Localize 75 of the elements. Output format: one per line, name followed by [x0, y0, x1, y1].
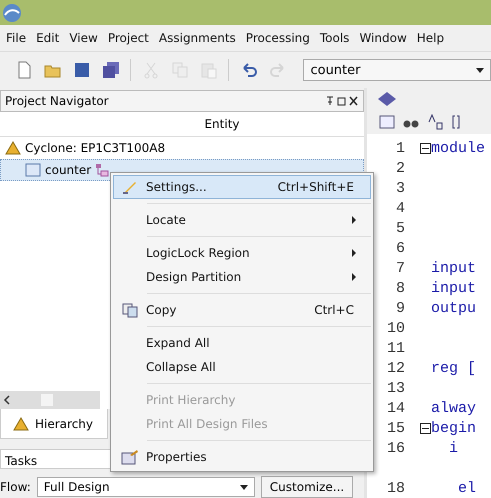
properties-icon [121, 449, 139, 465]
panel-controls-icon [325, 96, 359, 106]
warning-icon [13, 416, 29, 431]
pencil-icon [122, 179, 138, 195]
copy-icon [122, 302, 138, 318]
flow-select[interactable]: Full Design [36, 477, 255, 498]
context-menu-item[interactable]: Locate [113, 208, 371, 232]
line-number: 5 [394, 220, 405, 236]
submenu-arrow-icon [352, 249, 356, 257]
line-number: 3 [394, 180, 405, 196]
file-icon [25, 162, 41, 177]
code-text: input [431, 280, 476, 296]
menu-item[interactable]: File [6, 31, 26, 45]
menu-item[interactable]: Window [359, 31, 407, 45]
line-number: 15 [386, 420, 405, 436]
line-number: 13 [386, 380, 405, 396]
code-text: input [431, 260, 476, 276]
line-number: 16 [386, 440, 405, 456]
scroll-left-icon[interactable] [3, 394, 11, 406]
scrollbar[interactable] [0, 391, 100, 410]
line-number: 4 [394, 200, 405, 216]
context-menu-item[interactable]: Collapse All [113, 355, 371, 379]
customize-button[interactable]: Customize... [260, 476, 354, 498]
menu-item[interactable]: Processing [246, 31, 310, 45]
context-menu-item[interactable]: Copy Ctrl+C [113, 298, 371, 322]
context-menu-item[interactable]: Expand All [113, 331, 371, 355]
cut-icon [142, 61, 160, 79]
panel-title: Project Navigator [5, 94, 109, 108]
line-number: 7 [394, 260, 405, 276]
warning-icon [5, 140, 21, 155]
caret-icon [240, 484, 248, 490]
code-text: module [431, 140, 486, 156]
line-number: 18 [386, 480, 405, 496]
code-text: el [457, 480, 476, 496]
save-icon [72, 61, 91, 79]
line-number: 11 [386, 340, 405, 356]
line-number: 10 [386, 320, 405, 336]
app-logo-icon [2, 2, 22, 22]
menu-item[interactable]: Tools [320, 31, 350, 45]
paste-icon [200, 61, 218, 79]
menu-item[interactable]: View [69, 31, 98, 45]
flow-label: Flow: [0, 480, 31, 494]
caret-icon [476, 68, 484, 72]
code-text: begin [431, 420, 476, 436]
context-menu-item[interactable]: Design Partition [113, 265, 371, 289]
line-number: 14 [386, 400, 405, 416]
line-number: 1 [394, 140, 405, 156]
submenu-arrow-icon [352, 273, 356, 281]
diamond-icon [377, 90, 397, 107]
code-text: reg [ [431, 360, 476, 376]
fold-icon[interactable] [420, 422, 431, 434]
save-all-icon [102, 61, 120, 79]
line-number: 9 [394, 300, 405, 316]
project-select[interactable]: counter [303, 59, 491, 81]
fold-icon[interactable] [420, 142, 431, 154]
context-menu-item[interactable]: Settings... Ctrl+Shift+E [113, 175, 371, 199]
bracket-icon [451, 114, 461, 130]
code-text: alway [431, 400, 476, 416]
line-number: 6 [394, 240, 405, 256]
menu-item[interactable]: Assignments [158, 31, 236, 45]
menu-item[interactable]: Edit [36, 31, 60, 45]
code-text: i [448, 440, 458, 456]
hierarchy-icon [95, 162, 110, 177]
line-number: 12 [386, 360, 405, 376]
tree-item[interactable]: Cyclone: EP1C3T100A8 [0, 136, 364, 159]
line-number: 2 [394, 160, 405, 176]
code-text: outpu [431, 300, 476, 316]
hierarchy-tab[interactable]: Hierarchy [0, 409, 108, 440]
copy-icon [170, 61, 189, 79]
menu-item[interactable]: Help [416, 31, 444, 45]
line-number: 8 [394, 280, 405, 296]
menu-item[interactable]: Project [108, 31, 149, 45]
submenu-arrow-icon [352, 216, 356, 224]
context-menu-item[interactable]: LogicLock Region [113, 241, 371, 265]
column-header: Entity [204, 116, 240, 131]
